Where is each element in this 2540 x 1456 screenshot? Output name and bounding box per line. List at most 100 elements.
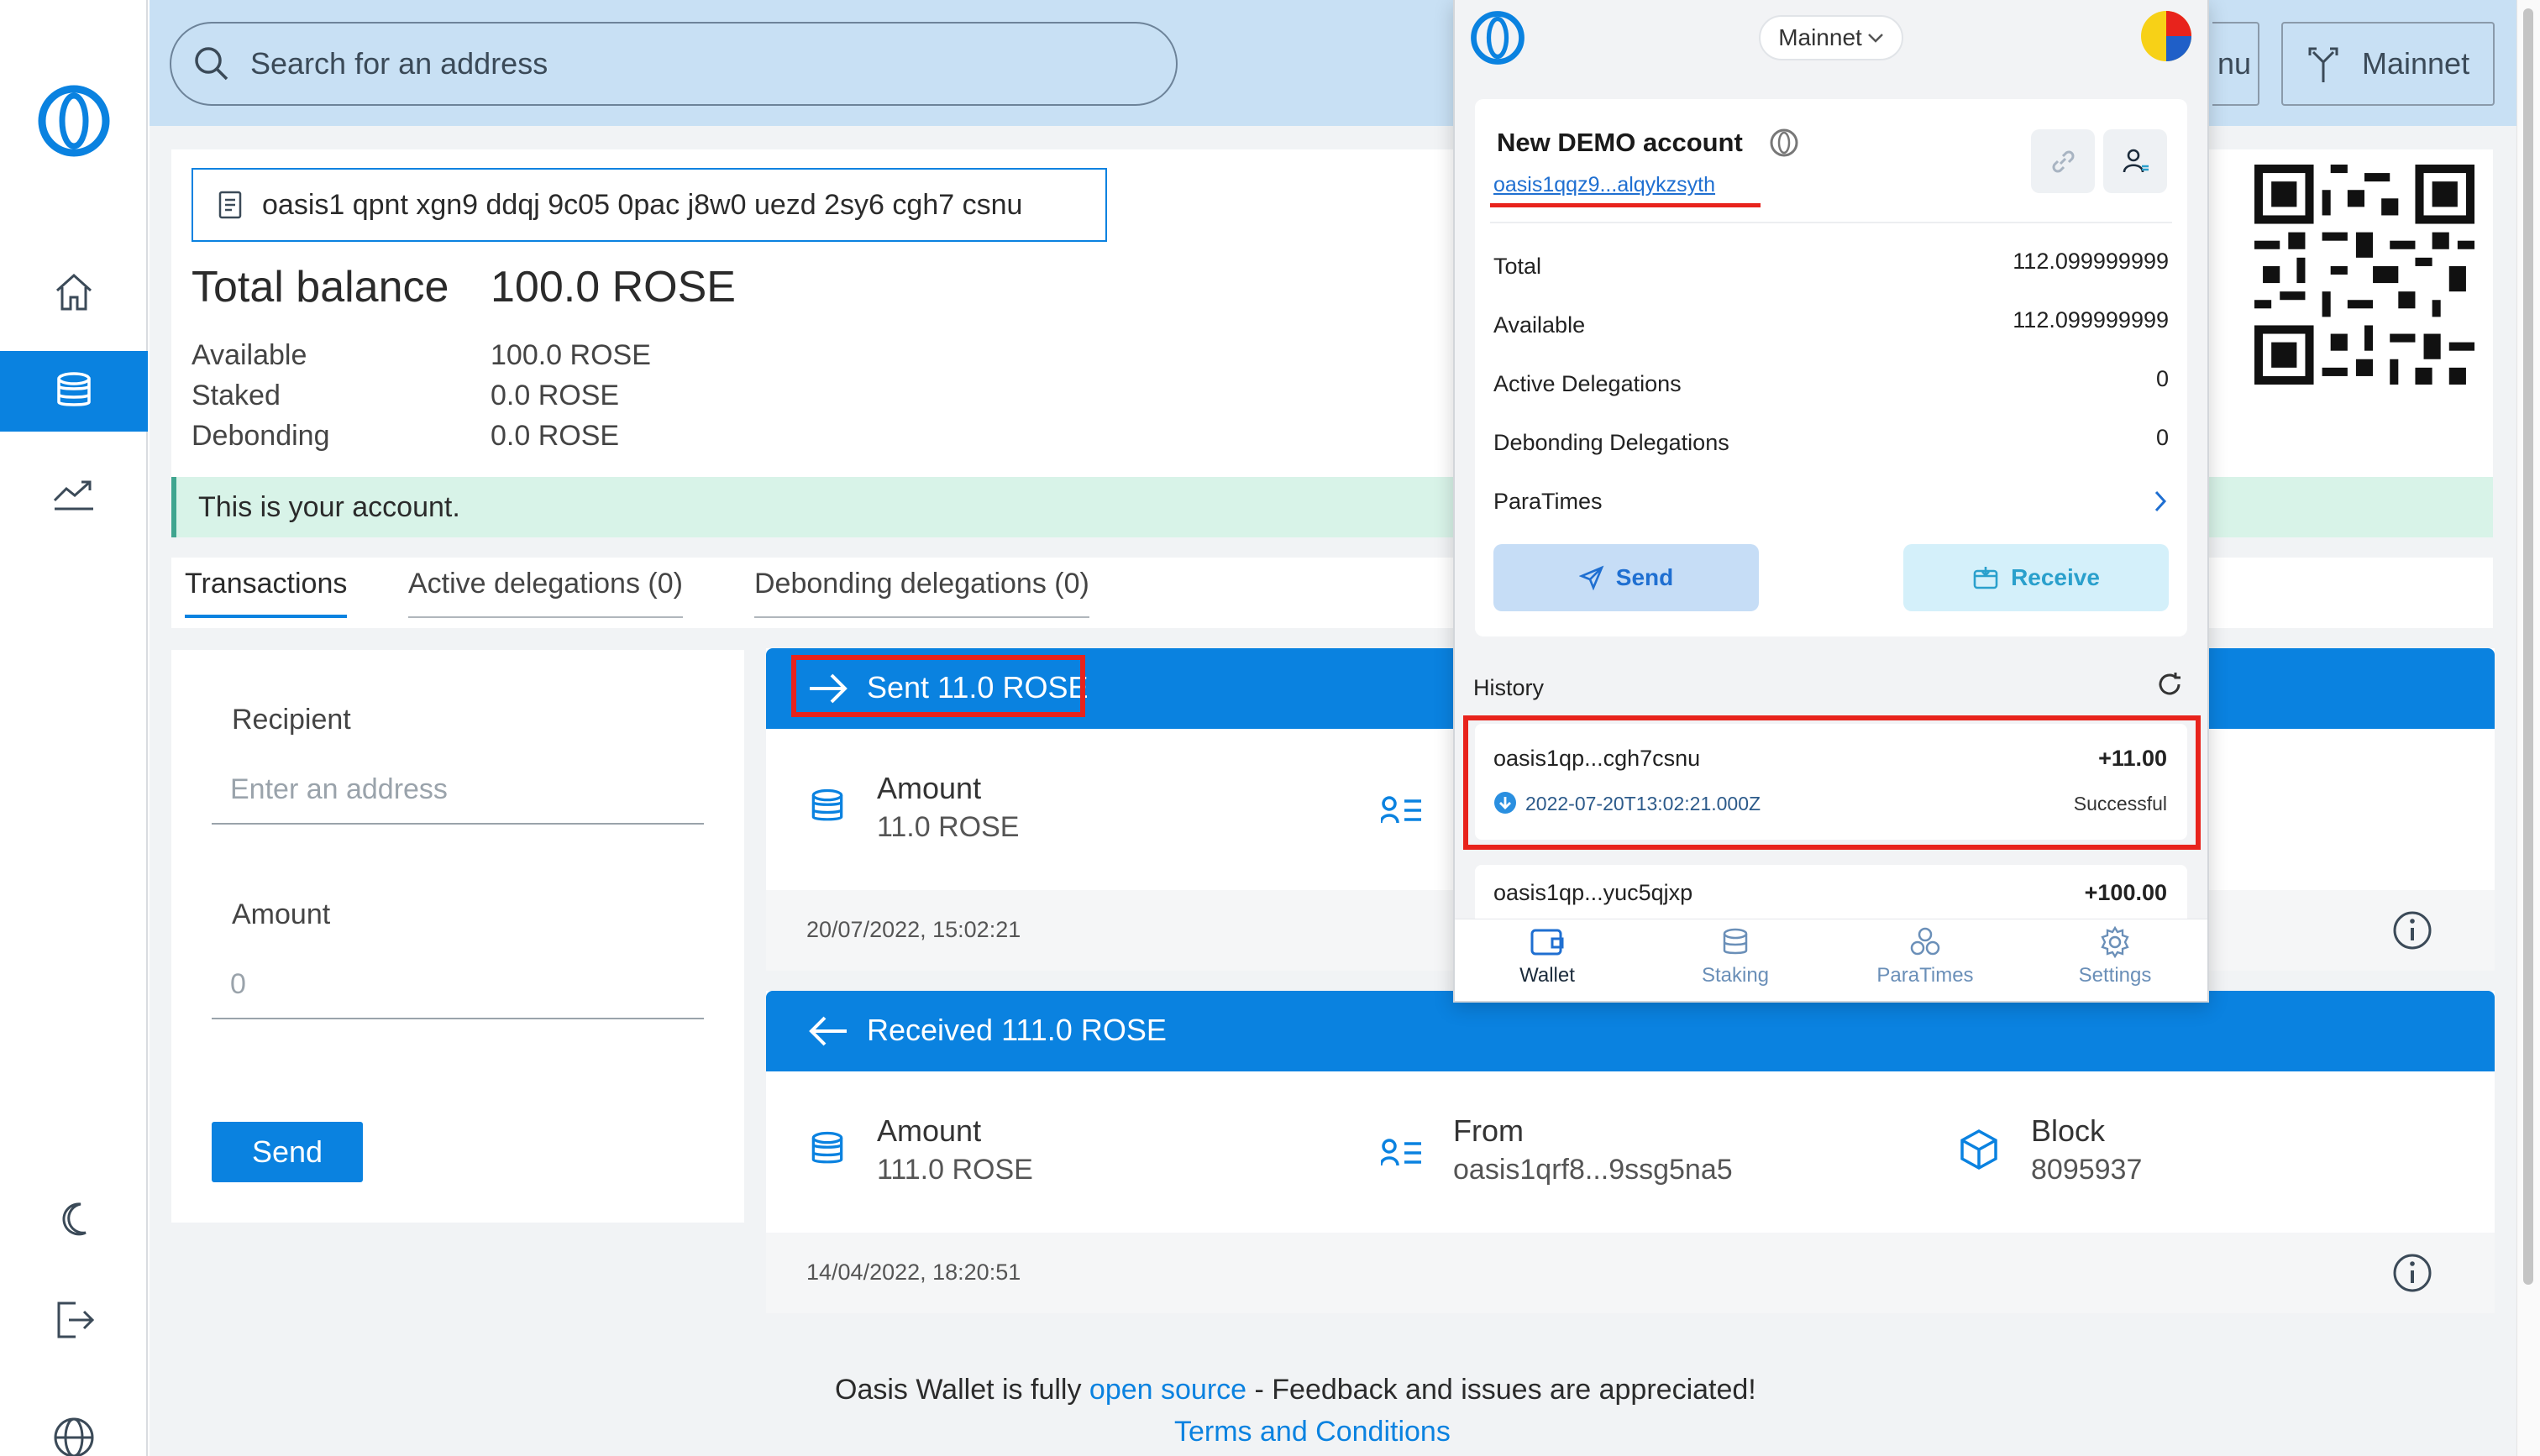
account-address-box[interactable]: oasis1 qpnt xgn9 ddqj 9c05 0pac j8w0 uez…: [192, 168, 1107, 242]
coins-icon: [51, 369, 97, 414]
recipient-label: Recipient: [232, 704, 351, 736]
search-icon: [193, 45, 230, 82]
sidebar-item-theme[interactable]: [0, 1179, 148, 1260]
menu-button[interactable]: nu: [2212, 22, 2259, 106]
block-field-value[interactable]: 8095937: [2031, 1154, 2142, 1186]
popup-receive-label: Receive: [2011, 564, 2100, 590]
recipient-input[interactable]: [212, 756, 704, 825]
sidebar: [0, 0, 148, 1456]
info-icon[interactable]: [2392, 910, 2432, 951]
info-icon[interactable]: [2392, 1253, 2432, 1293]
nav-wallet-label: Wallet: [1519, 964, 1575, 987]
popup-debonding-delegations-value: 0: [2155, 425, 2169, 450]
send-plane-icon: [1578, 565, 1604, 590]
staked-label: Staked: [192, 380, 281, 411]
account-address-text: oasis1 qpnt xgn9 ddqj 9c05 0pac j8w0 uez…: [262, 188, 1023, 221]
available-value: 100.0 ROSE: [491, 339, 651, 371]
sidebar-item-language[interactable]: [0, 1397, 148, 1456]
nav-settings[interactable]: Settings: [2039, 925, 2191, 987]
send-button[interactable]: Send: [212, 1122, 363, 1182]
amount-field-value: 11.0 ROSE: [877, 811, 1020, 843]
oasis-logo-icon[interactable]: [37, 84, 111, 158]
footer-text-after: - Feedback and issues are appreciated!: [1246, 1374, 1756, 1406]
gear-icon: [2098, 925, 2132, 959]
open-source-link[interactable]: open source: [1089, 1374, 1246, 1406]
divider: [1490, 222, 2172, 223]
terms-link[interactable]: Terms and Conditions: [1174, 1416, 1451, 1448]
tab-active-delegations[interactable]: Active delegations (0): [408, 568, 683, 618]
arrow-left-icon: [808, 1014, 848, 1048]
highlight-box: [791, 655, 1085, 717]
tab-transactions[interactable]: Transactions: [185, 568, 348, 618]
block-cube-icon: [1959, 1129, 1999, 1171]
copy-document-icon: [217, 190, 244, 220]
amount-field-label: Amount: [877, 1113, 982, 1148]
amount-label: Amount: [232, 898, 331, 930]
popup-active-delegations-value: 0: [2155, 366, 2169, 391]
sender-list-icon: [1381, 1139, 1423, 1167]
popup-active-delegations-label: Active Delegations: [1493, 371, 1682, 396]
network-button[interactable]: Mainnet: [2281, 22, 2495, 106]
oasis-coin-icon: [1769, 128, 1799, 158]
nav-paratimes[interactable]: ParaTimes: [1850, 925, 2001, 987]
nav-wallet[interactable]: Wallet: [1472, 925, 1623, 987]
popup-total-label: Total: [1493, 254, 1542, 279]
amount-input[interactable]: [212, 951, 704, 1019]
nav-staking-label: Staking: [1701, 964, 1770, 987]
user-icon: [2120, 146, 2150, 176]
coins-icon: [806, 786, 848, 828]
history-label: History: [1473, 675, 1545, 700]
nav-paratimes-label: ParaTimes: [1876, 964, 1974, 987]
popup-debonding-delegations-label: Debonding Delegations: [1493, 430, 1729, 455]
wallet-icon: [1529, 925, 1566, 959]
search-input[interactable]: [250, 46, 1090, 81]
popup-paratimes-row[interactable]: ParaTimes: [1493, 482, 2170, 524]
footer-text: Oasis Wallet is fully open source - Feed…: [835, 1374, 1756, 1406]
network-button-label: Mainnet: [2362, 46, 2470, 81]
scrollbar-thumb[interactable]: [2523, 8, 2533, 1285]
staking-icon: [1719, 925, 1752, 959]
sidebar-item-stats[interactable]: [0, 453, 148, 534]
link-button[interactable]: [2031, 129, 2095, 193]
qr-code: [2254, 165, 2474, 385]
sidebar-item-wallet[interactable]: [0, 351, 148, 432]
block-field-label: Block: [2031, 1113, 2106, 1148]
popup-send-button[interactable]: Send: [1493, 544, 1759, 611]
coins-icon: [806, 1129, 848, 1171]
from-field-value[interactable]: oasis1qrf8...9ssg5na5: [1453, 1154, 1733, 1186]
highlight-underline: [1490, 203, 1761, 207]
popup-paratimes-label: ParaTimes: [1493, 489, 1603, 514]
highlight-box: [1463, 715, 2201, 850]
amount-field-label: Amount: [877, 771, 982, 805]
transaction-title: Received 111.0 ROSE: [867, 1013, 1167, 1047]
receive-wallet-icon: [1972, 565, 1999, 590]
popup-available-value: 112.099999999: [2013, 307, 2169, 333]
popup-receive-button[interactable]: Receive: [1903, 544, 2169, 611]
from-field-label: From: [1453, 1113, 1524, 1148]
nav-staking[interactable]: Staking: [1660, 925, 1811, 987]
search-bar[interactable]: [170, 22, 1178, 106]
refresh-icon[interactable]: [2155, 670, 2184, 699]
logout-icon: [52, 1298, 96, 1342]
account-avatar[interactable]: [2140, 10, 2192, 62]
history-item[interactable]: oasis1qp...yuc5qjxp +100.00: [1475, 865, 2187, 919]
nav-settings-label: Settings: [2078, 964, 2152, 987]
profile-button[interactable]: [2103, 129, 2167, 193]
oasis-logo-icon[interactable]: [1470, 10, 1525, 65]
sidebar-item-home[interactable]: [0, 252, 148, 333]
staked-value: 0.0 ROSE: [491, 380, 620, 411]
total-balance-label: Total balance: [192, 263, 449, 312]
sidebar-item-logout[interactable]: [0, 1280, 148, 1360]
debonding-value: 0.0 ROSE: [491, 420, 620, 452]
chevron-down-icon: [1867, 32, 1884, 44]
transaction-date: 20/07/2022, 15:02:21: [806, 917, 1021, 942]
network-selector-label: Mainnet: [1778, 24, 1862, 50]
network-fork-icon: [2306, 44, 2340, 84]
trend-chart-icon: [51, 475, 97, 512]
popup-account-address[interactable]: oasis1qqz9...alqykzsyth: [1493, 173, 1715, 197]
popup-total-value: 112.099999999: [2013, 249, 2169, 274]
popup-account-name: New DEMO account: [1497, 128, 1743, 157]
network-selector[interactable]: Mainnet: [1759, 15, 1903, 60]
transaction-card-received: Received 111.0 ROSE Amount 111.0 ROSE Fr…: [766, 991, 2495, 1313]
tab-debonding-delegations[interactable]: Debonding delegations (0): [754, 568, 1089, 618]
